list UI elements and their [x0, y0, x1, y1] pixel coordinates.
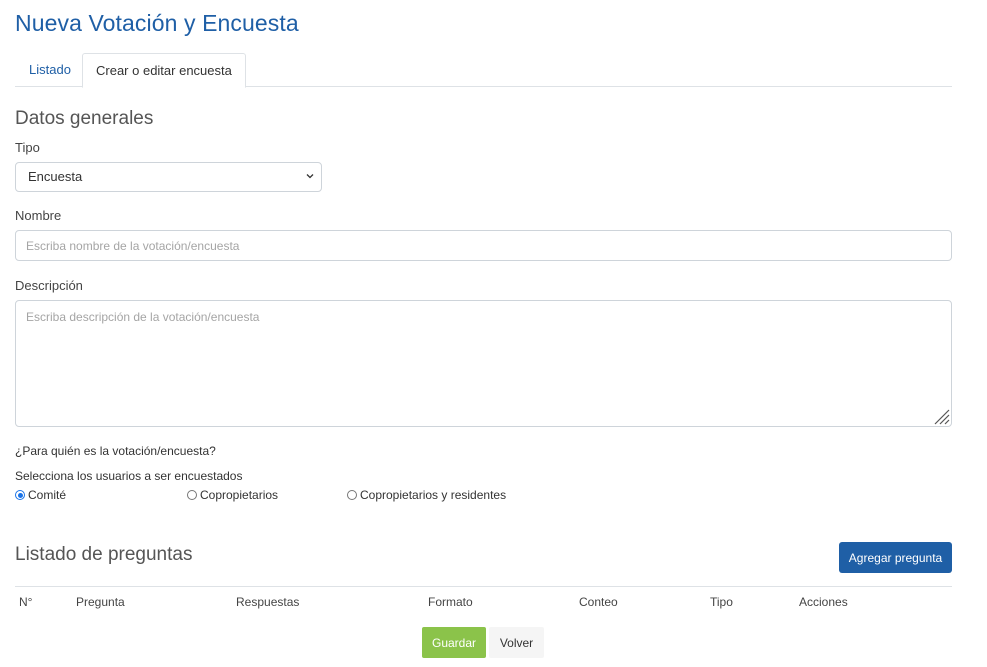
volver-button[interactable]: Volver	[489, 627, 544, 658]
descripcion-label: Descripción	[15, 278, 83, 293]
guardar-button[interactable]: Guardar	[422, 627, 486, 658]
radio-copropietarios-residentes-label: Copropietarios y residentes	[360, 488, 507, 502]
agregar-pregunta-button[interactable]: Agregar pregunta	[839, 542, 952, 573]
radio-copropietarios-residentes[interactable]: Copropietarios y residentes	[347, 488, 506, 502]
radio-copropietarios[interactable]: Copropietarios	[187, 488, 278, 502]
radio-dot[interactable]	[347, 490, 357, 500]
column-header-respuestas: Respuestas	[236, 595, 300, 609]
radio-dot[interactable]	[187, 490, 197, 500]
tab-listado[interactable]: Listado	[16, 53, 84, 87]
column-header-tipo: Tipo	[710, 595, 733, 609]
tipo-select-value: Encuesta	[28, 169, 83, 184]
column-header-conteo: Conteo	[579, 595, 618, 609]
page-title: Nueva Votación y Encuesta	[15, 10, 299, 36]
column-header-formato: Formato	[428, 595, 473, 609]
section-title-datos-generales: Datos generales	[15, 108, 154, 129]
tipo-select[interactable]: Encuesta	[15, 162, 322, 192]
column-header-acciones: Acciones	[799, 595, 848, 609]
nombre-label: Nombre	[15, 208, 62, 223]
column-header-numero: N°	[19, 595, 33, 609]
nombre-input[interactable]	[15, 230, 952, 261]
radio-comite[interactable]: Comité	[15, 488, 66, 502]
radio-copropietarios-label: Copropietarios	[200, 488, 279, 502]
column-header-pregunta: Pregunta	[76, 595, 125, 609]
chevron-down-icon	[306, 174, 314, 179]
audience-hint: Selecciona los usuarios a ser encuestado…	[15, 469, 243, 483]
resize-grip-icon[interactable]	[932, 407, 950, 425]
tab-crear-editar[interactable]: Crear o editar encuesta	[82, 53, 246, 88]
radio-comite-label: Comité	[28, 488, 67, 502]
audience-radio-group: Comité Copropietarios Copropietarios y r…	[15, 488, 615, 504]
section-title-listado-preguntas: Listado de preguntas	[15, 544, 193, 565]
radio-dot-checked[interactable]	[15, 490, 25, 500]
questions-table-header: N° Pregunta Respuestas Formato Conteo Ti…	[15, 586, 952, 616]
tipo-label: Tipo	[15, 140, 40, 155]
descripcion-textarea[interactable]	[15, 300, 952, 427]
audience-question: ¿Para quién es la votación/encuesta?	[15, 444, 216, 458]
tab-bar: Listado Crear o editar encuesta	[15, 53, 952, 88]
